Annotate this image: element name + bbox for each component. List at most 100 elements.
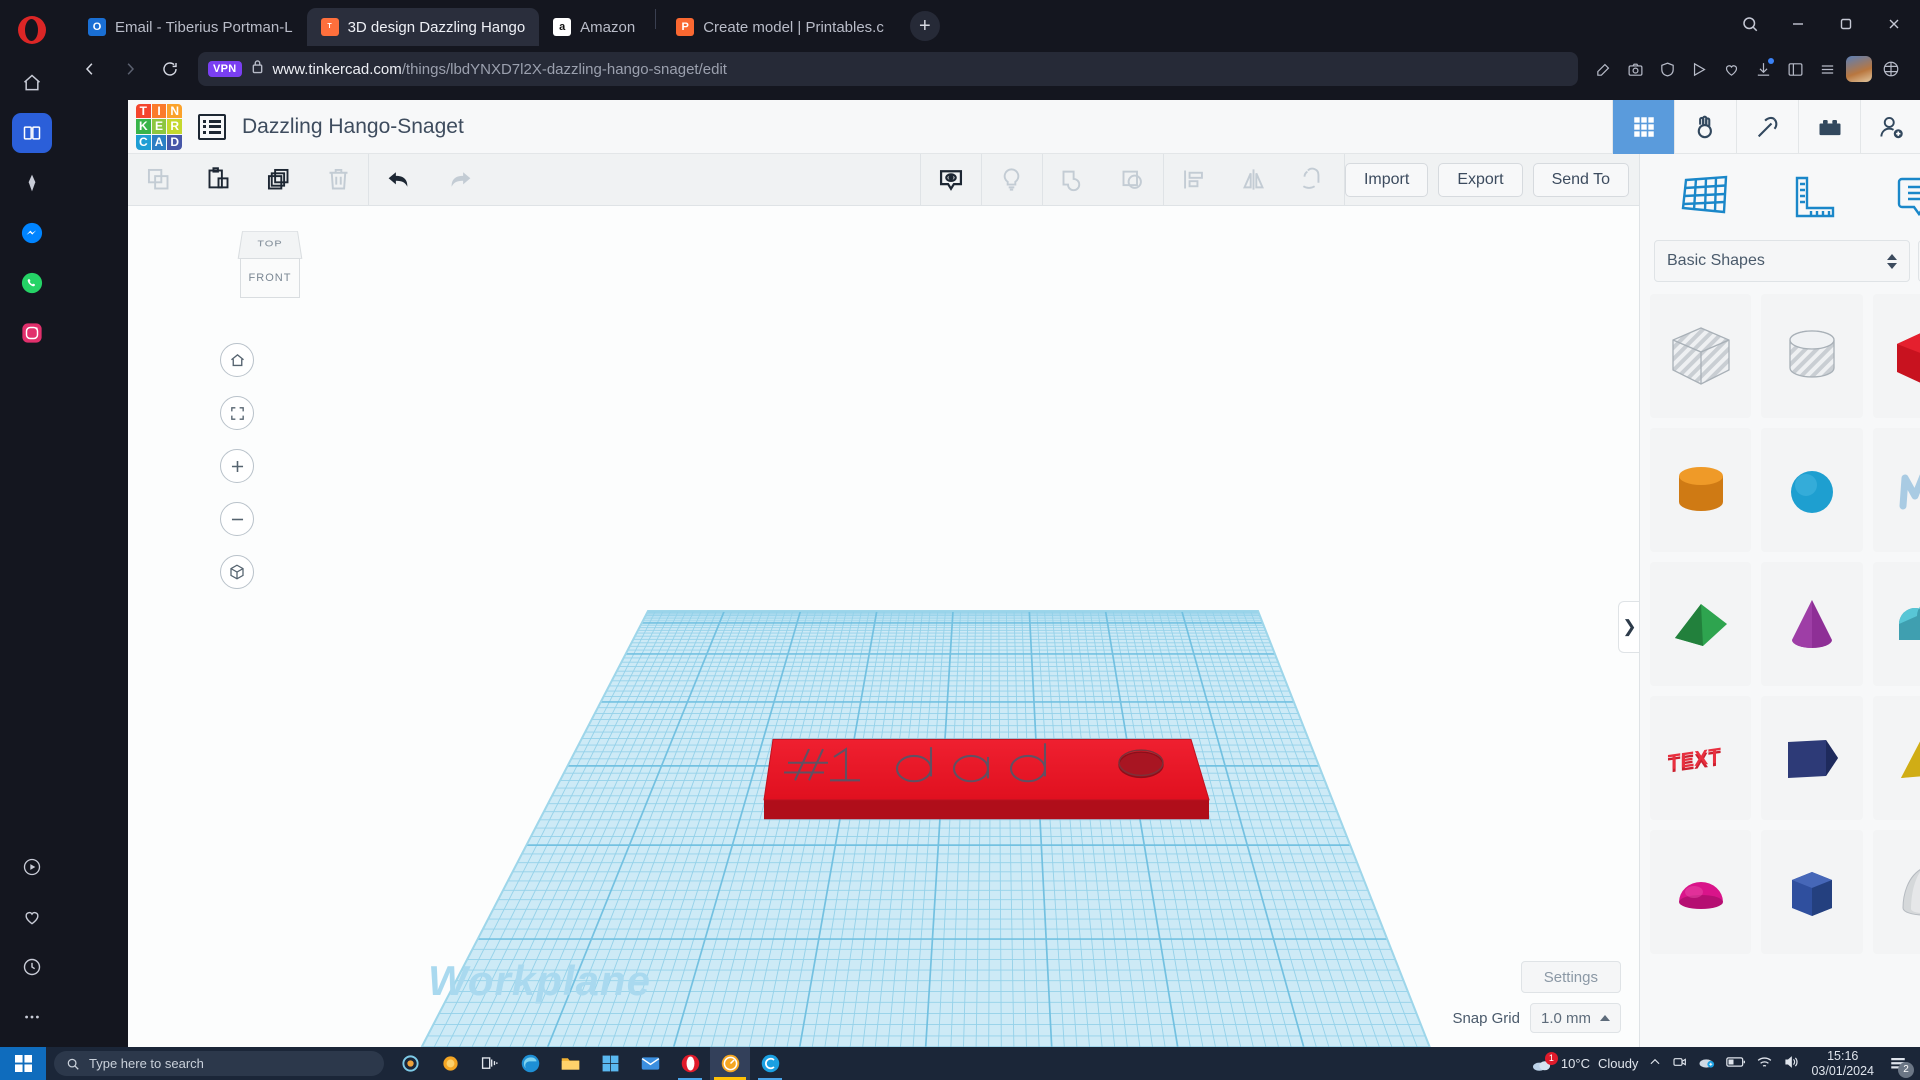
page-title[interactable]: Dazzling Hango-Snaget [242, 115, 464, 139]
task-view-icon[interactable] [470, 1047, 510, 1080]
start-button[interactable] [0, 1047, 46, 1080]
design-menu-icon[interactable] [198, 113, 226, 140]
reload-button[interactable] [152, 51, 188, 87]
ruler-tool-icon[interactable] [1783, 168, 1841, 226]
group-button[interactable] [1043, 154, 1103, 206]
duplicate-button[interactable] [248, 154, 308, 206]
microsoft-store-icon[interactable] [590, 1047, 630, 1080]
export-button[interactable]: Export [1438, 162, 1523, 197]
opera-taskbar-icon[interactable] [670, 1047, 710, 1080]
shape-item-wedge[interactable] [1650, 562, 1752, 686]
forward-button[interactable] [112, 51, 148, 87]
browser-tab-3[interactable]: P Create model | Printables.c [662, 8, 898, 46]
back-button[interactable] [72, 51, 108, 87]
tray-expand-icon[interactable] [1648, 1055, 1662, 1072]
shape-item-cylinder-hole[interactable] [1761, 294, 1863, 418]
browser-tab-1[interactable]: T 3D design Dazzling Hango [306, 8, 540, 46]
redo-button[interactable] [429, 154, 489, 206]
shape-item-pyramid[interactable] [1872, 696, 1920, 820]
3d-viewport[interactable]: TOP FRONT Workplane Settings Snap Grid 1… [128, 206, 1639, 1047]
blocks-grid-icon[interactable] [1612, 100, 1674, 154]
undo-button[interactable] [369, 154, 429, 206]
browser-tab-2[interactable]: a Amazon [539, 8, 649, 46]
wifi-icon[interactable] [1756, 1055, 1773, 1073]
new-tab-button[interactable]: + [909, 11, 940, 41]
snapshot-icon[interactable] [1620, 54, 1650, 84]
copy-button[interactable] [128, 154, 188, 206]
shape-item-polygon[interactable] [1761, 696, 1863, 820]
snap-grid-dropdown[interactable]: 1.0 mm [1529, 1003, 1621, 1033]
heart-icon[interactable] [1716, 54, 1746, 84]
edit-page-icon[interactable] [1588, 54, 1618, 84]
shape-item-roof[interactable] [1872, 562, 1920, 686]
sidebar-item-history[interactable] [12, 947, 52, 987]
battery-icon[interactable] [1726, 1055, 1746, 1072]
send-to-button[interactable]: Send To [1532, 162, 1629, 197]
downloads-icon[interactable] [1748, 54, 1778, 84]
easy-setup-icon[interactable] [1812, 54, 1842, 84]
clock[interactable]: 15:16 03/01/2024 [1811, 1049, 1874, 1079]
tinkercad-logo-icon[interactable]: T I N K E R C A D [136, 103, 182, 150]
shape-item-cylinder[interactable] [1650, 428, 1752, 552]
shape-item-cone[interactable] [1761, 562, 1863, 686]
shape-item-text[interactable]: TEXT TEXT [1650, 696, 1752, 820]
onedrive-tray-icon[interactable] [1698, 1054, 1716, 1073]
sidebar-item-favorites[interactable] [12, 897, 52, 937]
vpn-badge[interactable]: VPN [208, 61, 242, 77]
model-nameplate[interactable] [763, 738, 1210, 820]
sidebar-item-instagram[interactable] [12, 313, 52, 353]
workplane-tool-icon[interactable] [1676, 168, 1734, 226]
note-tool-icon[interactable] [1890, 168, 1920, 226]
sidebar-item-tab-islands[interactable] [12, 113, 52, 153]
lego-brick-icon[interactable] [1798, 100, 1860, 154]
edge-icon[interactable] [510, 1047, 550, 1080]
extensions-icon[interactable] [1876, 54, 1906, 84]
sidebar-item-aria[interactable] [12, 163, 52, 203]
widget-icon[interactable] [430, 1047, 470, 1080]
magnet-button[interactable] [1284, 154, 1344, 206]
sidebar-item-whatsapp[interactable] [12, 263, 52, 303]
sidebar-item-messenger[interactable] [12, 213, 52, 253]
url-input[interactable]: VPN www.tinkercad.com/things/lbdYNXD7l2X… [198, 52, 1578, 86]
profile-avatar[interactable] [1844, 54, 1874, 84]
browser-search-button[interactable] [1728, 7, 1772, 41]
notification-center-button[interactable]: 2 [1884, 1051, 1914, 1078]
cura-taskbar-icon[interactable] [750, 1047, 790, 1080]
collapse-panel-handle[interactable]: ❯ [1618, 600, 1639, 653]
volume-icon[interactable] [1783, 1054, 1801, 1073]
settings-button[interactable]: Settings [1520, 961, 1621, 993]
shield-icon[interactable] [1652, 54, 1682, 84]
show-hide-button[interactable] [921, 154, 981, 206]
delete-button[interactable] [308, 154, 368, 206]
close-window-button[interactable] [1872, 7, 1916, 41]
shape-item-half-sphere[interactable] [1650, 830, 1752, 954]
maximize-button[interactable] [1824, 7, 1868, 41]
camera-tray-icon[interactable] [1672, 1054, 1688, 1073]
shape-item-box-hole[interactable] [1650, 294, 1752, 418]
ungroup-button[interactable] [1103, 154, 1163, 206]
cortana-icon[interactable] [390, 1047, 430, 1080]
opera-logo-icon[interactable] [10, 8, 54, 52]
mail-icon[interactable] [630, 1047, 670, 1080]
shape-category-select[interactable]: Basic Shapes [1654, 240, 1910, 282]
file-explorer-icon[interactable] [550, 1047, 590, 1080]
minimize-button[interactable] [1776, 7, 1820, 41]
shape-item-hexagon-prism[interactable] [1761, 830, 1863, 954]
sidebar-toggle-icon[interactable] [1780, 54, 1810, 84]
tinkercad-taskbar-icon[interactable] [710, 1047, 750, 1080]
import-button[interactable]: Import [1344, 162, 1429, 197]
paste-button[interactable] [188, 154, 248, 206]
shape-item-paraboloid[interactable] [1872, 830, 1920, 954]
minecraft-pickaxe-icon[interactable] [1736, 100, 1798, 154]
browser-tab-0[interactable]: O Email - Tiberius Portman-L [74, 8, 307, 46]
mirror-button[interactable] [1224, 154, 1284, 206]
weather-widget[interactable]: 1 10°C Cloudy [1531, 1051, 1638, 1073]
shape-item-sphere[interactable] [1761, 428, 1863, 552]
shape-item-scribble[interactable] [1872, 428, 1920, 552]
shape-grid-wrap[interactable]: TEXT TEXT [1640, 294, 1920, 1047]
sidebar-item-home[interactable] [12, 63, 52, 103]
player-icon[interactable] [1684, 54, 1714, 84]
align-button[interactable] [1164, 154, 1224, 206]
light-button[interactable] [982, 154, 1042, 206]
add-person-icon[interactable] [1860, 100, 1920, 154]
